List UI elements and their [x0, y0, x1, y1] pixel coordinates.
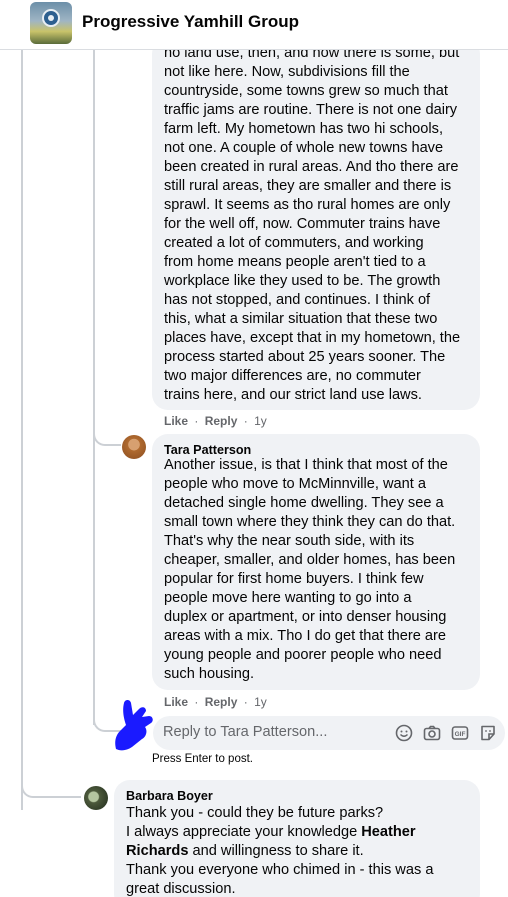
comment-line-text: and willingness to share it. — [188, 843, 364, 859]
comment-bubble: Barbara Boyer Thank you - could they be … — [114, 780, 480, 897]
comment-text: Another issue, is that I think that most… — [164, 456, 480, 684]
comment-line: still rural areas, they are smaller and … — [164, 178, 452, 194]
separator: · — [243, 414, 248, 428]
thread-line — [93, 406, 121, 446]
gif-icon[interactable]: GIF — [451, 724, 469, 742]
comment-line: Another issue, is that I think that most… — [164, 457, 448, 473]
like-link[interactable]: Like — [164, 414, 188, 428]
timestamp[interactable]: 1y — [254, 695, 267, 709]
comment-line: detached single home dwelling. They see … — [164, 495, 444, 511]
separator: · — [194, 695, 199, 709]
comment-line: process started about 25 years sooner. T… — [164, 349, 446, 365]
comment-line: countryside, some towns grew so much tha… — [164, 83, 448, 99]
pointing-hand-icon — [115, 700, 153, 751]
thread-line — [21, 770, 81, 798]
comment-line: workplace like they used to be. The grow… — [164, 273, 441, 289]
comment-line: small town where they think they can do … — [164, 514, 456, 530]
comment-line: such housing. — [164, 666, 255, 682]
comment-line: has not stopped, and continues. I think … — [164, 292, 431, 308]
reply-input[interactable] — [163, 724, 383, 740]
comment-line: young people and poorer people who need — [164, 647, 442, 663]
group-avatar[interactable] — [30, 2, 72, 44]
comment-line: great discussion. — [126, 881, 236, 897]
comment-line: farm left. My hometown has two hi school… — [164, 121, 444, 137]
comment-line: people move here wanting to go into a — [164, 590, 412, 606]
comment-line: Thank you - could they be future parks? — [126, 805, 384, 821]
like-link[interactable]: Like — [164, 695, 188, 709]
group-name[interactable]: Progressive Yamhill Group — [82, 12, 299, 32]
comment-line: places have, except that in my hometown,… — [164, 330, 461, 346]
comment-line: traffic jams are routine. There is not o… — [164, 102, 458, 118]
comment-line: Thank you everyone who chimed in - this … — [126, 862, 434, 878]
comment-line: been created in rural areas. And tho the… — [164, 159, 459, 175]
mention-link[interactable]: Richards — [126, 843, 188, 859]
group-header: Progressive Yamhill Group — [0, 0, 508, 50]
avatar[interactable] — [122, 435, 146, 459]
thread-line — [21, 50, 23, 810]
comment-line-text: I always appreciate your knowledge — [126, 824, 362, 840]
timestamp[interactable]: 1y — [254, 414, 267, 428]
comment-line: areas with a mix. Tho I do get that ther… — [164, 628, 447, 644]
comment-line: sprawl. It seems as tho rural homes are … — [164, 197, 451, 213]
reply-link[interactable]: Reply — [205, 695, 238, 709]
comment-line: two major differences are, no commuter — [164, 368, 421, 384]
mention-link[interactable]: Heather — [361, 824, 415, 840]
comment-line: Richards and willingness to share it. — [126, 842, 480, 861]
svg-text:GIF: GIF — [455, 731, 466, 738]
camera-icon[interactable] — [423, 724, 441, 742]
comment-line: trains here, and our strict land use law… — [164, 387, 422, 403]
thread-line — [93, 50, 95, 725]
emoji-icon[interactable] — [395, 724, 413, 742]
comment-line: from home means people aren't tied to a — [164, 254, 426, 270]
comment-line: I always appreciate your knowledge Heath… — [126, 823, 480, 842]
separator: · — [243, 695, 248, 709]
comment-line: for the well off, now. Commuter trains h… — [164, 216, 441, 232]
comment-author[interactable]: Barbara Boyer — [126, 788, 213, 804]
comment-line: people who move to McMinnville, want a — [164, 476, 427, 492]
comment-line: not one. A couple of whole new towns hav… — [164, 140, 444, 156]
separator: · — [194, 414, 199, 428]
avatar[interactable] — [84, 786, 108, 810]
comment-line: That's why the near south side, with its — [164, 533, 415, 549]
reply-box: GIF — [153, 716, 505, 750]
comment-actions: Like · Reply · 1y — [164, 695, 267, 709]
comment-text: Thank you - could they be future parks? … — [126, 804, 480, 897]
comment-bubble: no land use, then, and now there is some… — [152, 38, 480, 410]
reply-link[interactable]: Reply — [205, 414, 238, 428]
comment-line: not like here. Now, subdivisions fill th… — [164, 64, 410, 80]
comment-bubble: Tara Patterson Another issue, is that I … — [152, 434, 480, 690]
group-seal-icon — [42, 9, 60, 27]
comment-line: this, what a similar situation that thes… — [164, 311, 438, 327]
comment-actions: Like · Reply · 1y — [164, 414, 267, 428]
sticker-icon[interactable] — [479, 724, 497, 742]
comment-line: created a lot of commuters, and working — [164, 235, 424, 251]
comment-line: cheaper, smaller, and older homes, has b… — [164, 552, 456, 568]
comment-line: duplex or apartment, or into denser hous… — [164, 609, 447, 625]
comment-text: no land use, then, and now there is some… — [164, 44, 480, 405]
post-hint: Press Enter to post. — [152, 753, 253, 765]
comment-line: popular for first home buyers. I think f… — [164, 571, 424, 587]
